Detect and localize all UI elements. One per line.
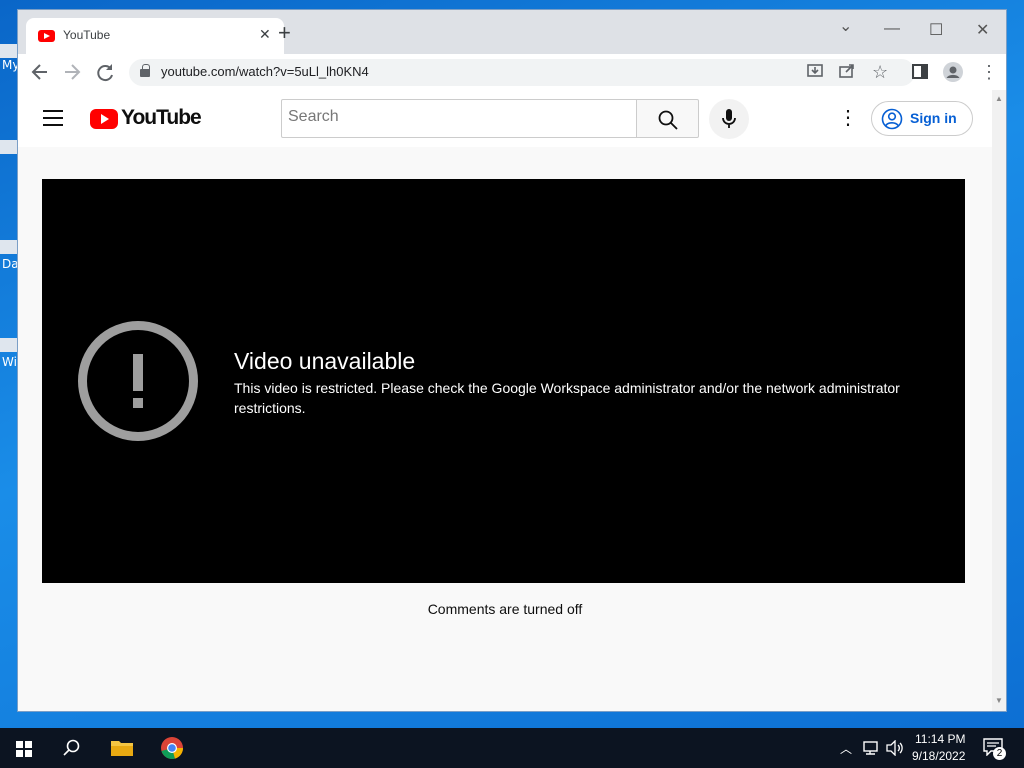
profile-avatar-icon[interactable] <box>942 60 964 90</box>
browser-window: YouTube ✕ + ⌄ — ☐ ✕ youtube.com/watch?v=… <box>17 9 1007 712</box>
sign-in-label: Sign in <box>910 110 957 126</box>
desktop-icon-computer[interactable] <box>0 44 18 58</box>
alert-exclamation-icon <box>78 321 198 441</box>
search-icon <box>658 110 678 130</box>
address-bar[interactable]: youtube.com/watch?v=5uLl_lh0KN4 ☆ <box>129 59 915 86</box>
install-app-icon[interactable] <box>806 62 824 85</box>
error-title: Video unavailable <box>234 348 416 374</box>
settings-menu-icon[interactable]: ⋮ <box>838 107 858 129</box>
youtube-page: YouTube ⋮ Sign in Video unavailable Thi <box>18 90 992 711</box>
maximize-button[interactable]: ☐ <box>929 20 943 40</box>
youtube-favicon-icon <box>38 30 55 42</box>
show-hidden-icons-icon[interactable]: ︿ <box>840 740 852 757</box>
side-panel-icon[interactable] <box>912 60 928 90</box>
youtube-header: YouTube ⋮ Sign in <box>18 90 992 147</box>
volume-icon[interactable] <box>886 740 904 756</box>
youtube-logo-icon[interactable] <box>90 109 118 129</box>
browser-toolbar: youtube.com/watch?v=5uLl_lh0KN4 ☆ ⋮ <box>18 54 1006 90</box>
close-window-button[interactable]: ✕ <box>976 20 989 40</box>
desktop-label: Wi <box>2 355 17 369</box>
chrome-icon <box>161 737 184 759</box>
url-text: youtube.com/watch?v=5uLl_lh0KN4 <box>161 64 369 79</box>
sign-in-button[interactable]: Sign in <box>871 101 973 136</box>
browser-menu-icon[interactable]: ⋮ <box>980 60 998 84</box>
scroll-up-arrow-icon[interactable]: ▲ <box>995 94 1003 103</box>
share-icon[interactable] <box>838 62 856 85</box>
bookmark-star-icon[interactable]: ☆ <box>872 62 888 83</box>
youtube-logo-text[interactable]: YouTube <box>121 106 202 130</box>
taskbar-file-explorer[interactable] <box>98 728 146 768</box>
search-box[interactable] <box>281 99 637 138</box>
notification-badge: 2 <box>993 747 1006 760</box>
video-player[interactable]: Video unavailable This video is restrict… <box>42 179 965 583</box>
voice-search-button[interactable] <box>709 99 749 139</box>
browser-tab-youtube[interactable]: YouTube ✕ <box>26 18 284 54</box>
network-icon[interactable] <box>862 740 880 756</box>
clock-date[interactable]: 9/18/2022 <box>912 749 965 763</box>
taskbar: ︿ 11:14 PM 9/18/2022 2 <box>0 728 1024 768</box>
reload-icon[interactable] <box>95 60 115 90</box>
search-input[interactable] <box>288 108 628 126</box>
account-circle-icon <box>881 108 903 130</box>
windows-logo-icon <box>16 741 32 757</box>
tab-title: YouTube <box>63 28 111 42</box>
tab-search-icon[interactable]: ⌄ <box>839 16 852 36</box>
comments-status: Comments are turned off <box>427 601 583 617</box>
browser-titlebar: YouTube ✕ + ⌄ — ☐ ✕ <box>18 10 1006 54</box>
scroll-down-arrow-icon[interactable]: ▼ <box>995 696 1003 705</box>
page-scrollbar[interactable]: ▲ ▼ <box>992 90 1006 711</box>
taskbar-search-button[interactable] <box>48 728 96 768</box>
desktop-icon-file[interactable] <box>0 140 18 154</box>
tab-close-icon[interactable]: ✕ <box>259 26 271 43</box>
minimize-button[interactable]: — <box>884 20 900 38</box>
start-button[interactable] <box>0 728 48 768</box>
lock-icon[interactable] <box>140 64 150 77</box>
folder-icon <box>111 741 133 756</box>
error-message: This video is restricted. Please check t… <box>234 380 900 416</box>
hamburger-menu-icon[interactable] <box>43 110 63 126</box>
action-center-button[interactable]: 2 <box>980 734 1010 762</box>
new-tab-button[interactable]: + <box>278 22 291 44</box>
taskbar-chrome[interactable] <box>148 728 196 768</box>
back-arrow-icon[interactable] <box>31 60 49 90</box>
forward-arrow-icon[interactable] <box>63 60 81 90</box>
microphone-icon <box>722 109 736 128</box>
search-icon <box>63 739 80 756</box>
desktop-icon-file[interactable] <box>0 240 18 254</box>
search-button[interactable] <box>636 99 699 138</box>
desktop-icon-file[interactable] <box>0 338 18 352</box>
clock-time[interactable]: 11:14 PM <box>915 732 965 746</box>
